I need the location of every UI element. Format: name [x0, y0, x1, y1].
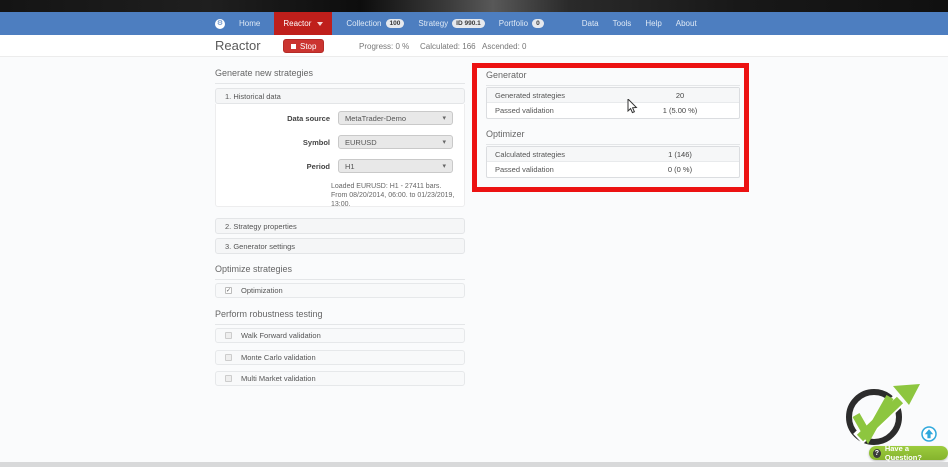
- collection-count-badge: 100: [386, 19, 405, 28]
- loaded-range-line: From 08/20/2014, 06:00. to 01/23/2019, 1…: [331, 191, 463, 209]
- period-row: Period H1 ▾: [216, 159, 466, 173]
- table-row: Passed validation 0 (0 %): [487, 162, 739, 177]
- accordion-generator-settings-label: 3. Generator settings: [225, 242, 295, 251]
- period-select[interactable]: H1 ▾: [338, 159, 453, 173]
- loaded-data-note: Loaded EURUSD: H1 - 27411 bars. From 08/…: [331, 182, 463, 209]
- nav-label-reactor: Reactor: [283, 19, 311, 28]
- screen: ⚙ Home Reactor Collection 100 Strategy I…: [0, 0, 948, 467]
- monte-carlo-checkbox[interactable]: [225, 354, 232, 361]
- table-row: Calculated strategies 1 (146): [487, 147, 739, 162]
- progress-status: Progress: 0 %: [359, 42, 409, 51]
- generator-passed-validation-label: Passed validation: [487, 106, 621, 115]
- page-title: Reactor: [215, 38, 261, 53]
- multi-market-checkbox[interactable]: [225, 375, 232, 382]
- select-caret-icon: ▾: [442, 138, 446, 146]
- multi-market-row[interactable]: Multi Market validation: [215, 371, 465, 386]
- nav-item-data[interactable]: Data: [582, 19, 599, 28]
- nav-item-portfolio[interactable]: Portfolio 0: [499, 19, 544, 28]
- generator-results-heading: Generator: [486, 70, 740, 86]
- accordion-strategy-properties[interactable]: 2. Strategy properties: [215, 218, 465, 234]
- optimize-strategies-heading: Optimize strategies: [215, 264, 465, 280]
- loaded-bars-line: Loaded EURUSD: H1 - 27411 bars.: [331, 182, 463, 191]
- symbol-select[interactable]: EURUSD ▾: [338, 135, 453, 149]
- strategy-id-badge: ID 990.1: [452, 19, 485, 28]
- gear-icon[interactable]: ⚙: [215, 19, 225, 29]
- bottom-gray-strip: [0, 462, 948, 467]
- data-source-select[interactable]: MetaTrader-Demo ▾: [338, 111, 453, 125]
- select-caret-icon: ▾: [442, 162, 446, 170]
- nav-item-reactor[interactable]: Reactor: [274, 12, 332, 35]
- nav-label-collection: Collection: [346, 19, 381, 28]
- navbar: ⚙ Home Reactor Collection 100 Strategy I…: [0, 12, 948, 35]
- stop-button-label: Stop: [300, 42, 316, 51]
- period-value: H1: [345, 162, 355, 171]
- generator-results-table: Generated strategies 20 Passed validatio…: [486, 87, 740, 119]
- accordion-historical-data[interactable]: 1. Historical data: [215, 88, 465, 104]
- symbol-value: EURUSD: [345, 138, 377, 147]
- accordion-generator-settings[interactable]: 3. Generator settings: [215, 238, 465, 254]
- nav-label-data: Data: [582, 19, 599, 28]
- optimizer-results-heading: Optimizer: [486, 129, 740, 145]
- nav-item-help[interactable]: Help: [645, 19, 661, 28]
- walk-forward-row[interactable]: Walk Forward validation: [215, 328, 465, 343]
- accordion-historical-data-label: 1. Historical data: [225, 92, 281, 101]
- period-label: Period: [216, 162, 338, 171]
- generator-passed-validation-value: 1 (5.00 %): [621, 106, 739, 115]
- data-source-row: Data source MetaTrader-Demo ▾: [216, 111, 466, 125]
- nav-label-tools: Tools: [613, 19, 632, 28]
- calculated-strategies-label: Calculated strategies: [487, 150, 621, 159]
- nav-item-home[interactable]: Home: [239, 19, 260, 28]
- generated-strategies-label: Generated strategies: [487, 91, 621, 100]
- data-source-label: Data source: [216, 114, 338, 123]
- nav-label-help: Help: [645, 19, 661, 28]
- symbol-row: Symbol EURUSD ▾: [216, 135, 466, 149]
- optimization-toggle-row[interactable]: ✓ Optimization: [215, 283, 465, 298]
- table-row: Generated strategies 20: [487, 88, 739, 103]
- accordion-strategy-properties-label: 2. Strategy properties: [225, 222, 297, 231]
- nav-item-about[interactable]: About: [676, 19, 697, 28]
- monte-carlo-label: Monte Carlo validation: [241, 353, 316, 362]
- historical-data-panel: Data source MetaTrader-Demo ▾ Symbol EUR…: [215, 104, 465, 207]
- ea-studio-logo: [838, 384, 923, 448]
- stop-icon: [291, 44, 296, 49]
- data-source-value: MetaTrader-Demo: [345, 114, 406, 123]
- optimization-label: Optimization: [241, 286, 283, 295]
- optimizer-passed-validation-label: Passed validation: [487, 165, 621, 174]
- video-background-strip: [0, 0, 948, 12]
- nav-item-tools[interactable]: Tools: [613, 19, 632, 28]
- nav-items: ⚙ Home Reactor Collection 100 Strategy I…: [215, 12, 697, 35]
- optimization-checkbox[interactable]: ✓: [225, 287, 232, 294]
- scroll-to-top-icon[interactable]: [921, 426, 937, 442]
- nav-label-home: Home: [239, 19, 260, 28]
- optimizer-passed-validation-value: 0 (0 %): [621, 165, 739, 174]
- robustness-testing-heading: Perform robustness testing: [215, 309, 465, 325]
- generated-strategies-value: 20: [621, 91, 739, 100]
- nav-label-about: About: [676, 19, 697, 28]
- ascended-status: Ascended: 0: [482, 42, 526, 51]
- caret-down-icon: [317, 22, 323, 26]
- generate-strategies-heading: Generate new strategies: [215, 68, 465, 84]
- portfolio-count-badge: 0: [532, 19, 544, 28]
- nav-label-strategy: Strategy: [418, 19, 448, 28]
- select-caret-icon: ▾: [442, 114, 446, 122]
- walk-forward-checkbox[interactable]: [225, 332, 232, 339]
- page-header: Reactor Stop Progress: 0 % Calculated: 1…: [0, 35, 948, 57]
- nav-item-strategy[interactable]: Strategy ID 990.1: [418, 19, 484, 28]
- table-row: Passed validation 1 (5.00 %): [487, 103, 739, 118]
- monte-carlo-row[interactable]: Monte Carlo validation: [215, 350, 465, 365]
- multi-market-label: Multi Market validation: [241, 374, 316, 383]
- walk-forward-label: Walk Forward validation: [241, 331, 321, 340]
- nav-label-portfolio: Portfolio: [499, 19, 528, 28]
- question-mark-icon: ?: [873, 449, 881, 458]
- nav-item-collection[interactable]: Collection 100: [346, 19, 404, 28]
- have-a-question-button[interactable]: ? Have a Question?: [869, 446, 948, 460]
- calculated-strategies-value: 1 (146): [621, 150, 739, 159]
- have-a-question-label: Have a Question?: [885, 444, 940, 462]
- symbol-label: Symbol: [216, 138, 338, 147]
- calculated-status: Calculated: 166: [420, 42, 476, 51]
- optimizer-results-table: Calculated strategies 1 (146) Passed val…: [486, 146, 740, 178]
- stop-button[interactable]: Stop: [283, 39, 324, 53]
